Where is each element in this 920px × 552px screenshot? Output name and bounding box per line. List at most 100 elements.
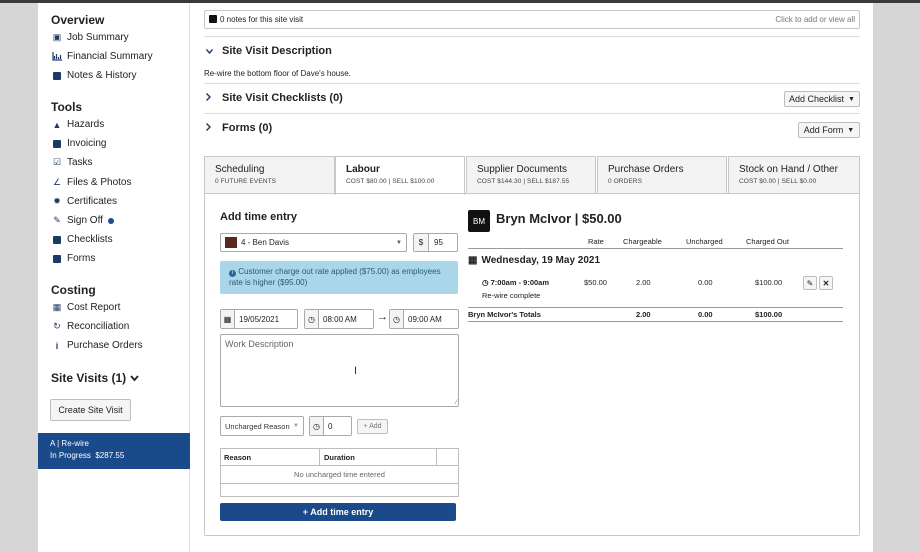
add-uncharged-button[interactable]: + Add (357, 419, 388, 434)
calendar-icon: ▦ (221, 310, 235, 328)
entry-description: Re-wire complete (482, 291, 541, 300)
briefcase-icon: ▣ (52, 32, 62, 42)
col-header-rate: Rate (588, 237, 604, 246)
col-header-uncharged: Uncharged (686, 237, 723, 246)
overview-heading: Overview (51, 13, 105, 27)
totals-uncharged: 0.00 (698, 310, 713, 319)
table-icon: ▦ (52, 302, 62, 312)
visit-amount: $287.55 (95, 451, 125, 460)
notes-bar[interactable]: 0 notes for this site visit Click to add… (204, 10, 860, 29)
entry-rate: $50.00 (584, 278, 607, 287)
info-icon: i (55, 340, 59, 351)
sidebar: Overview ▣ Job Summary Financial Summary … (38, 3, 190, 552)
sidebar-item-checklists[interactable]: Checklists (51, 234, 113, 245)
sidebar-item-tasks[interactable]: ☑ Tasks (51, 157, 93, 168)
add-time-entry-button[interactable]: + Add time entry (220, 503, 456, 521)
add-form-button[interactable]: Add Form ▼ (798, 122, 860, 138)
caret-down-icon: ▼ (847, 126, 855, 134)
sidebar-item-notes-history[interactable]: Notes & History (51, 70, 136, 81)
entry-chargeable: 2.00 (636, 278, 651, 287)
site-visit-checklists-toggle[interactable]: Site Visit Checklists (0) (206, 92, 343, 104)
sidebar-item-certificates[interactable]: ✹ Certificates (51, 196, 117, 207)
tools-heading: Tools (51, 100, 83, 114)
sidebar-item-sign-off[interactable]: ✎ Sign Off (51, 215, 114, 226)
refresh-icon: ↻ (53, 321, 61, 331)
caret-down-icon: ▼ (293, 423, 299, 429)
resize-handle-icon: ∕ (455, 399, 457, 406)
close-icon: ✕ (822, 278, 830, 288)
currency-label: $ (414, 234, 429, 251)
site-visits-toggle[interactable]: Site Visits (1) (51, 371, 139, 385)
site-visit-card[interactable]: A | Re-wire In Progress $287.55 (38, 433, 190, 469)
sidebar-item-purchase-orders[interactable]: i Purchase Orders (51, 340, 143, 351)
clock-icon: ◷ (390, 310, 404, 328)
start-time-field[interactable]: ◷ 08:00 AM (304, 309, 374, 329)
rate-info-alert: i Customer charge out rate applied ($75.… (220, 261, 458, 294)
sidebar-item-files-photos[interactable]: ∠ Files & Photos (51, 177, 132, 188)
add-time-entry-heading: Add time entry (220, 211, 298, 223)
end-time-field[interactable]: ◷ 09:00 AM (389, 309, 459, 329)
paperclip-icon: ∠ (52, 177, 62, 187)
chevron-right-icon (206, 92, 212, 104)
employee-select[interactable]: 4 - Ben Davis ▼ (220, 233, 407, 252)
cost-tabs: Scheduling 0 FUTURE EVENTS Labour COST $… (204, 156, 860, 195)
sidebar-item-cost-report[interactable]: ▦ Cost Report (51, 302, 121, 313)
totals-chargeable: 2.00 (636, 310, 651, 319)
tab-purchase-orders[interactable]: Purchase Orders 0 ORDERS (597, 156, 727, 194)
file-icon (51, 254, 63, 264)
entry-time: ◷ 7:00am - 9:00am (482, 278, 550, 287)
app-frame: Overview ▣ Job Summary Financial Summary … (38, 3, 873, 552)
entry-charged-out: $100.00 (755, 278, 783, 287)
avatar (225, 237, 237, 248)
warning-icon: ▲ (52, 119, 62, 130)
delete-entry-button[interactable]: ✕ (819, 276, 833, 290)
uncharged-table: Reason Duration No uncharged time entere… (220, 448, 459, 497)
clipboard-icon (51, 235, 63, 245)
tab-stock-on-hand[interactable]: Stock on Hand / Other COST $0.00 | SELL … (728, 156, 860, 194)
divider (204, 113, 860, 114)
chevron-right-icon (206, 122, 212, 134)
divider (204, 83, 860, 84)
add-checklist-button[interactable]: Add Checklist ▼ (784, 91, 860, 107)
sidebar-item-forms[interactable]: Forms (51, 253, 95, 264)
main-content: 0 notes for this site visit Click to add… (204, 3, 862, 552)
costing-heading: Costing (51, 283, 96, 297)
sidebar-item-job-summary[interactable]: ▣ Job Summary (51, 32, 129, 43)
work-description-textarea[interactable]: Work Description I ∕ (220, 334, 459, 407)
tab-scheduling[interactable]: Scheduling 0 FUTURE EVENTS (204, 156, 335, 194)
tab-labour[interactable]: Labour COST $80.00 | SELL $100.00 (335, 156, 465, 195)
sidebar-item-financial-summary[interactable]: Financial Summary (51, 51, 153, 62)
visit-status: In Progress (50, 451, 91, 460)
sidebar-item-invoicing[interactable]: Invoicing (51, 138, 106, 149)
pencil-icon: ✎ (806, 278, 814, 288)
sidebar-item-hazards[interactable]: ▲ Hazards (51, 119, 105, 130)
table-empty-row: No uncharged time entered (221, 466, 458, 484)
sidebar-item-reconciliation[interactable]: ↻ Reconciliation (51, 321, 129, 332)
site-visit-description-text: Re-wire the bottom floor of Dave's house… (204, 69, 351, 78)
pen-icon: ✎ (53, 215, 61, 225)
calendar-icon: ▦ (468, 255, 478, 266)
uncharged-duration-field[interactable]: ◷ 0 (309, 416, 352, 436)
uncharged-reason-select[interactable]: Uncharged Reason ▼ (220, 416, 304, 436)
forms-toggle[interactable]: Forms (0) (206, 122, 272, 134)
tab-supplier-documents[interactable]: Supplier Documents COST $144.30 | SELL $… (466, 156, 596, 194)
col-header-chargeable: Chargeable (623, 237, 662, 246)
caret-down-icon: ▼ (396, 239, 402, 246)
rate-value: 95 (434, 238, 443, 247)
create-site-visit-button[interactable]: Create Site Visit (50, 399, 131, 421)
table-header: Reason Duration (221, 449, 458, 466)
edit-entry-button[interactable]: ✎ (803, 276, 817, 290)
clock-icon: ◷ (310, 417, 324, 435)
notification-dot (107, 217, 114, 224)
certificate-icon: ✹ (53, 196, 61, 206)
rate-field[interactable]: $ 95 (413, 233, 458, 252)
col-header-charged-out: Charged Out (746, 237, 789, 246)
entry-uncharged: 0.00 (698, 278, 713, 287)
date-field[interactable]: ▦ 19/05/2021 (220, 309, 298, 329)
info-circle-icon: i (229, 270, 236, 277)
arrow-right-icon: → (377, 311, 388, 323)
chevron-down-icon (130, 371, 139, 385)
note-icon (209, 14, 217, 25)
site-visit-description-toggle[interactable]: Site Visit Description (205, 45, 332, 57)
notes-action-link[interactable]: Click to add or view all (775, 15, 855, 24)
